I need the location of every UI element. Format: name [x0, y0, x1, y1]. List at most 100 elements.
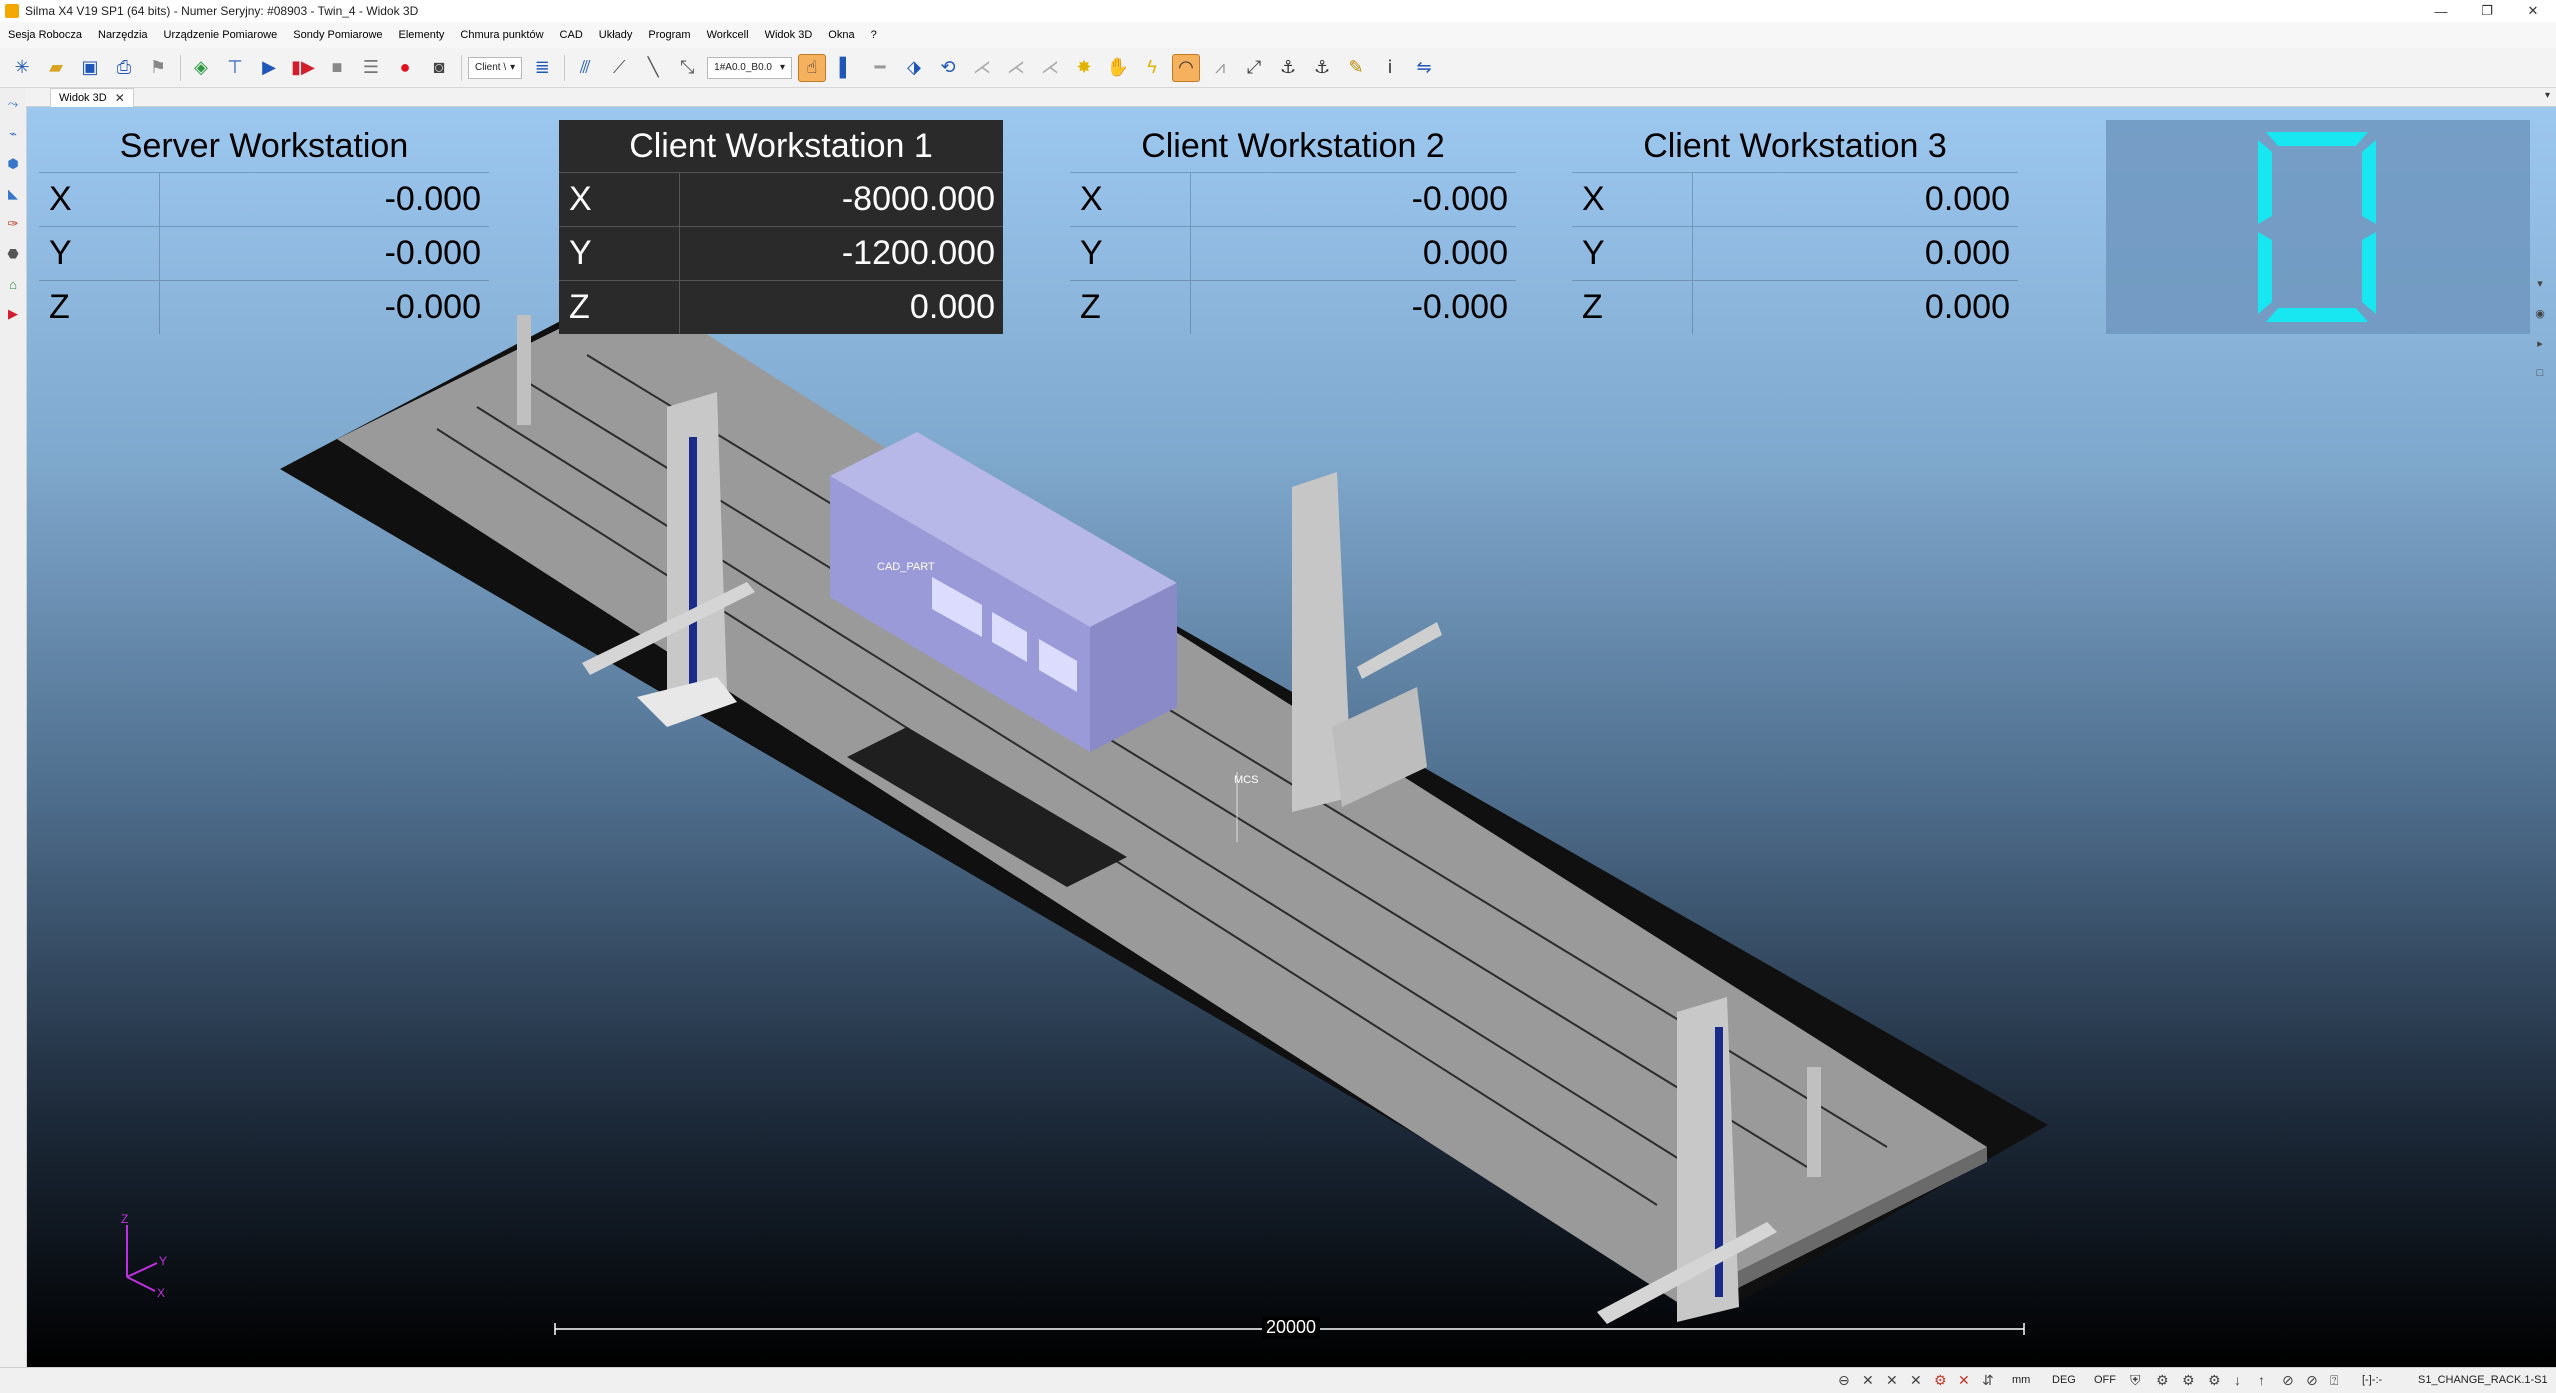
touch-mode-icon[interactable]: ☝ [798, 53, 827, 82]
square-icon[interactable]: □ [2532, 367, 2548, 383]
line-probe-icon[interactable]: ╲ [639, 54, 667, 82]
status-icon-15[interactable]: ⊘ [2306, 1372, 2318, 1389]
trash-icon[interactable]: ▾ [2532, 277, 2548, 293]
status-icon-8[interactable]: ⛨ [2130, 1372, 2141, 1389]
menu-help[interactable]: ? [863, 22, 885, 48]
minimize-button[interactable]: — [2418, 0, 2464, 22]
gauge-icon[interactable]: ◠ [1172, 53, 1201, 82]
status-icon-2[interactable]: ✕ [1862, 1372, 1874, 1389]
close-icon[interactable]: ✕ [115, 89, 125, 107]
menu-elementy[interactable]: Elementy [391, 22, 453, 48]
save-program-icon[interactable]: ◙ [425, 54, 453, 82]
probe-select[interactable]: 1#A0.0_B0.0 ▾ [707, 56, 793, 79]
feature-icon[interactable]: ⤳ [3, 94, 23, 114]
status-icon-11[interactable]: ⚙ [2208, 1372, 2221, 1389]
rotate-view-icon[interactable]: ⟲ [934, 54, 962, 82]
menu-okna[interactable]: Okna [820, 22, 862, 48]
status-icon-10[interactable]: ⚙ [2182, 1372, 2195, 1389]
probe-direction-icon[interactable]: ⤢ [1240, 54, 1268, 82]
status-icon-6[interactable]: ✕ [1958, 1372, 1970, 1389]
status-mode[interactable]: OFF [2094, 1374, 2116, 1386]
menu-widok-3d[interactable]: Widok 3D [757, 22, 821, 48]
brush-icon[interactable]: ✎ [1342, 54, 1370, 82]
probe-change-icon[interactable]: ⇋ [1410, 54, 1438, 82]
scale-label: 20000 [1262, 1317, 1321, 1338]
status-icon-9[interactable]: ⚙ [2156, 1372, 2169, 1389]
step-icon[interactable]: ⊤ [221, 54, 249, 82]
dro-value: 0.000 [1692, 173, 2018, 226]
ok-icon[interactable]: ◉ [2532, 307, 2548, 323]
probe-arm-icon[interactable]: ⫻ [571, 54, 599, 82]
menu-cad[interactable]: CAD [552, 22, 591, 48]
surface-icon[interactable]: ◣ [3, 184, 23, 204]
anchor-alt-icon[interactable]: ⚓ [1308, 54, 1336, 82]
menu-narzedzia[interactable]: Narzędzia [90, 22, 156, 48]
play-all-icon[interactable]: ▮▶ [289, 54, 317, 82]
run-icon[interactable]: ▶ [3, 304, 23, 324]
dro-row-y: Y 0.000 [1070, 226, 1516, 280]
save-icon[interactable]: ▣ [76, 54, 104, 82]
probe-tip-icon[interactable]: ⩘ [1206, 54, 1234, 82]
probe-edit-icon[interactable]: ✑ [3, 214, 23, 234]
ghost-probe-2-icon[interactable]: ⋌ [1002, 54, 1030, 82]
cad-icon[interactable]: ⬣ [3, 244, 23, 264]
next-icon[interactable]: ▸ [2532, 337, 2548, 353]
probe-rack-left [517, 315, 531, 425]
new-session-icon[interactable]: ✳ [8, 54, 36, 82]
menu-uklady[interactable]: Układy [591, 22, 641, 48]
close-button[interactable]: ✕ [2510, 0, 2556, 22]
lightning-icon[interactable]: ϟ [1138, 54, 1166, 82]
layers-icon[interactable]: ◈ [187, 54, 215, 82]
cad-part-label: CAD_PART [877, 561, 935, 573]
menu-chmura-punktow[interactable]: Chmura punktów [452, 22, 551, 48]
status-icon-5[interactable]: ⚙ [1934, 1372, 1947, 1389]
status-icon-14[interactable]: ⊘ [2282, 1372, 2294, 1389]
probe-flag-icon[interactable]: ⚑ [144, 54, 172, 82]
dro-value: 0.000 [679, 281, 1003, 334]
dro-axis-label: Z [569, 288, 590, 326]
slider-icon[interactable]: ━ [866, 54, 894, 82]
digit-zero-segments [2258, 132, 2376, 322]
program-lines-icon[interactable]: ☰ [357, 54, 385, 82]
measure-icon[interactable]: ⌁ [3, 124, 23, 144]
window-controls: — ❐ ✕ [2418, 0, 2556, 22]
program-icon[interactable]: ⌂ [3, 274, 23, 294]
menu-workcell[interactable]: Workcell [699, 22, 757, 48]
print-icon[interactable]: ⎙ [110, 54, 138, 82]
dro-row-x: X -0.000 [39, 172, 489, 226]
open-folder-icon[interactable]: ▰ [42, 54, 70, 82]
info-icon[interactable]: ⅰ [1376, 54, 1404, 82]
status-icon-12[interactable]: ↓ [2234, 1372, 2241, 1388]
list-icon[interactable]: ≣ [528, 54, 556, 82]
status-icon-4[interactable]: ✕ [1910, 1372, 1922, 1389]
status-icon-3[interactable]: ✕ [1886, 1372, 1898, 1389]
status-icon-1[interactable]: ⊖ [1838, 1372, 1850, 1389]
menu-urzadzenie-pomiarowe[interactable]: Urządzenie Pomiarowe [156, 22, 286, 48]
viewport-3d[interactable]: CAD_PART MCS Server Workstation X -0.000 … [27, 107, 2556, 1367]
ghost-probe-1-icon[interactable]: ⋌ [968, 54, 996, 82]
record-icon[interactable]: ● [391, 54, 419, 82]
status-icon-16[interactable]: ⍰ [2330, 1372, 2338, 1389]
ghost-probe-3-icon[interactable]: ⋌ [1036, 54, 1064, 82]
tab-widok-3d[interactable]: Widok 3D ✕ [50, 88, 134, 107]
chevron-down-icon[interactable]: ▾ [2545, 90, 2550, 101]
anchor-icon[interactable]: ⚓ [1274, 54, 1302, 82]
probe-wand-icon[interactable]: ⤡ [673, 54, 701, 82]
column-icon[interactable]: ▌ [832, 54, 860, 82]
menu-sesja-robocza[interactable]: Sesja Robocza [0, 22, 90, 48]
status-angle[interactable]: DEG [2052, 1374, 2076, 1386]
play-icon[interactable]: ▶ [255, 54, 283, 82]
bulb-icon[interactable]: ✸ [1070, 54, 1098, 82]
status-unit[interactable]: mm [2012, 1374, 2030, 1386]
align-icon[interactable]: ⬗ [900, 54, 928, 82]
restore-button[interactable]: ❐ [2464, 0, 2510, 22]
client-select[interactable]: Client \ ▾ [468, 56, 523, 79]
hand-icon[interactable]: ✋ [1104, 54, 1132, 82]
menu-sondy-pomiarowe[interactable]: Sondy Pomiarowe [285, 22, 390, 48]
stop-icon[interactable]: ■ [323, 54, 351, 82]
shape-icon[interactable]: ⬢ [3, 154, 23, 174]
status-icon-7[interactable]: ⇵ [1982, 1372, 1994, 1389]
menu-program[interactable]: Program [640, 22, 698, 48]
stylus-icon[interactable]: ⟋ [605, 54, 633, 82]
status-icon-13[interactable]: ↑ [2258, 1372, 2265, 1388]
